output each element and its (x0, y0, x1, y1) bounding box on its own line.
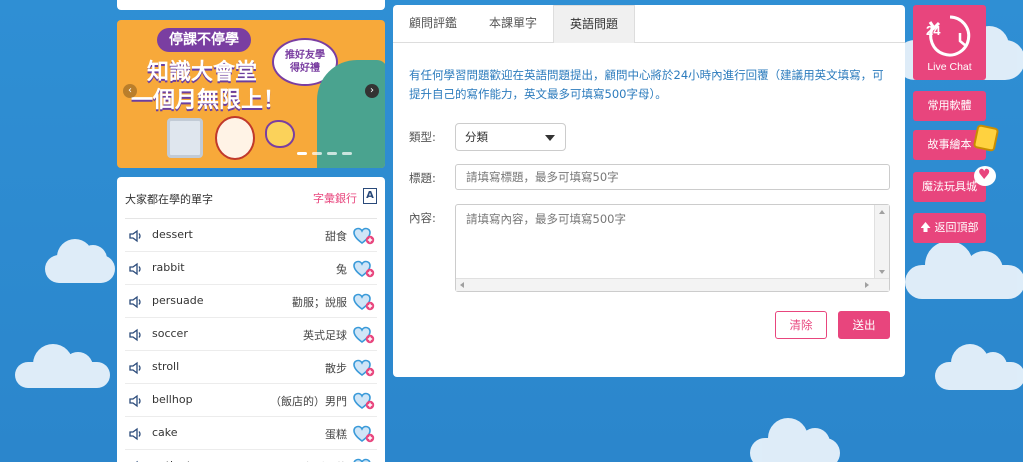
heart-badge-icon (974, 166, 996, 186)
top-card (117, 0, 385, 10)
favorite-heart-icon[interactable] (353, 458, 375, 462)
banner-dot[interactable] (312, 152, 322, 155)
word-meaning: 散步 (325, 362, 347, 375)
word-text[interactable]: rabbit (152, 261, 185, 274)
speaker-icon[interactable] (128, 393, 144, 409)
textarea-vertical-scrollbar[interactable] (874, 205, 889, 279)
content-label: 內容: (409, 211, 436, 225)
word-text[interactable]: soccer (152, 327, 188, 340)
favorite-heart-icon[interactable] (353, 326, 375, 344)
word-meaning: 兔 (336, 263, 347, 276)
type-select-value: 分類 (465, 130, 488, 144)
banner-prev-icon[interactable]: ‹ (123, 84, 137, 98)
banner-headline-2: 一個月無限上！ (131, 88, 286, 113)
send-button[interactable]: 送出 (838, 311, 890, 339)
clear-button[interactable]: 清除 (775, 311, 827, 339)
scroll-right-icon[interactable] (865, 282, 869, 288)
tablet-illustration (167, 118, 203, 158)
banner-next-icon[interactable]: › (365, 84, 379, 98)
favorite-heart-icon[interactable] (353, 359, 375, 377)
word-row: patient有耐心的 (125, 450, 377, 462)
cloud-decoration (905, 241, 1023, 299)
title-input[interactable] (455, 164, 890, 190)
word-meaning: 勸服；說服 (292, 296, 347, 309)
scroll-down-icon[interactable] (879, 270, 885, 274)
word-text[interactable]: stroll (152, 360, 179, 373)
word-row: rabbit 兔 (125, 252, 377, 285)
word-row: persuade 勸服；說服 (125, 285, 377, 318)
word-meaning: 甜食 (325, 230, 347, 243)
blob-illustration (265, 120, 295, 148)
arrow-up-icon (920, 222, 931, 232)
speaker-icon[interactable] (128, 261, 144, 277)
mascot-illustration (215, 116, 255, 160)
favorite-heart-icon[interactable] (353, 392, 375, 410)
textarea-horizontal-scrollbar[interactable] (456, 278, 889, 291)
banner-dot[interactable] (297, 152, 307, 155)
banner-pagination (297, 152, 352, 155)
banner-dot[interactable] (342, 152, 352, 155)
tab-lesson-words[interactable]: 本課單字 (473, 5, 553, 43)
scroll-up-icon[interactable] (879, 210, 885, 214)
favorite-heart-icon[interactable] (353, 293, 375, 311)
promo-banner[interactable]: 停課不停學 推好友學 得好禮 知識大會堂 一個月無限上！ ‹ › (117, 20, 385, 168)
speaker-icon[interactable] (128, 360, 144, 376)
word-bank-link[interactable]: 字彙銀行 (313, 190, 357, 206)
word-row: stroll 散步 (125, 351, 377, 384)
word-bank-icon[interactable]: A (363, 188, 377, 204)
chevron-down-icon (545, 135, 555, 141)
word-row: bellhop （飯店的）男門 (125, 384, 377, 417)
intro-text: 有任何學習問題歡迎在英語問題提出，顧問中心將於24小時內進行回覆（建議用英文填寫… (409, 68, 884, 101)
live-chat-button[interactable]: 24 Live Chat (913, 5, 986, 80)
cloud-decoration (750, 418, 840, 462)
panel-tabs: 顧問評鑑 本課單字 英語問題 (393, 5, 905, 43)
speaker-icon[interactable] (128, 327, 144, 343)
cloud-decoration (935, 344, 1023, 390)
tab-english-questions[interactable]: 英語問題 (553, 5, 636, 43)
favorite-heart-icon[interactable] (353, 260, 375, 278)
popular-words-card: 大家都在學的單字 字彙銀行 A dessert 甜食 rabbit 兔 persuade… (117, 177, 385, 462)
live-chat-number: 24 (926, 23, 941, 38)
word-text[interactable]: bellhop (152, 393, 193, 406)
favorite-heart-icon[interactable] (353, 425, 375, 443)
word-row: soccer 英式足球 (125, 318, 377, 351)
question-panel: 顧問評鑑 本課單字 英語問題 有任何學習問題歡迎在英語問題提出，顧問中心將於24… (393, 5, 905, 377)
type-label: 類型: (409, 130, 436, 144)
back-to-top-button[interactable]: 返回頂部 (913, 213, 986, 243)
speaker-icon[interactable] (128, 426, 144, 442)
word-row: dessert 甜食 (125, 219, 377, 252)
type-select[interactable]: 分類 (455, 123, 566, 151)
word-meaning: 英式足球 (303, 329, 347, 342)
storybook-badge-icon (972, 123, 1000, 153)
scroll-left-icon[interactable] (460, 282, 464, 288)
title-label: 標題: (409, 171, 436, 185)
word-text[interactable]: persuade (152, 294, 203, 307)
cloud-decoration (15, 344, 110, 388)
word-text[interactable]: dessert (152, 228, 193, 241)
common-software-button[interactable]: 常用軟體 (913, 91, 986, 121)
speaker-icon[interactable] (128, 294, 144, 310)
word-meaning: （飯店的）男門 (270, 395, 347, 408)
banner-dot[interactable] (327, 152, 337, 155)
word-text[interactable]: cake (152, 426, 178, 439)
bubble-line-1: 推好友學 (285, 50, 325, 61)
speaker-icon[interactable] (128, 228, 144, 244)
banner-pill: 停課不停學 (157, 28, 251, 52)
favorite-heart-icon[interactable] (353, 227, 375, 245)
popular-words-header: 大家都在學的單字 字彙銀行 A (125, 177, 377, 219)
tab-advisor-review[interactable]: 顧問評鑑 (393, 5, 473, 43)
word-row: cake 蛋糕 (125, 417, 377, 450)
cloud-decoration (45, 239, 115, 283)
back-to-top-label: 返回頂部 (934, 221, 979, 234)
live-chat-label: Live Chat (927, 61, 972, 73)
word-meaning: 蛋糕 (325, 428, 347, 441)
popular-words-title: 大家都在學的單字 (125, 193, 213, 206)
